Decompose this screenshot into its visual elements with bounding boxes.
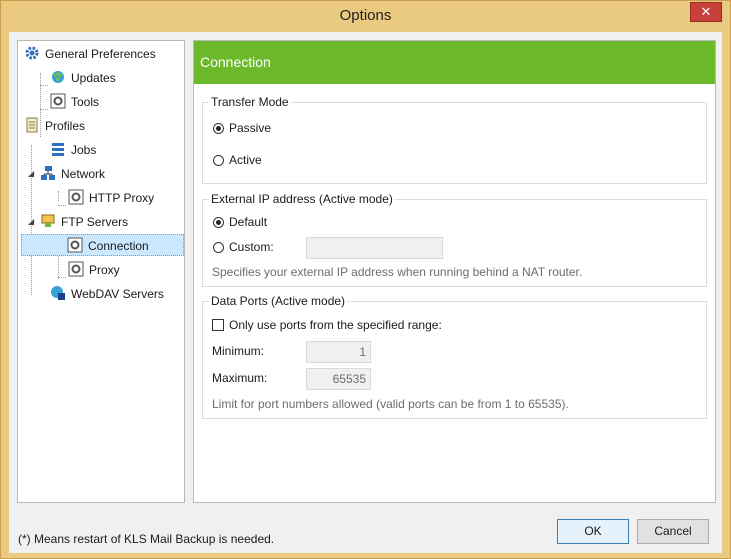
tree-item-label: Connection <box>88 239 149 253</box>
data-ports-group: Data Ports (Active mode) Only use ports … <box>202 294 707 419</box>
tree-item-updates[interactable]: Updates <box>50 67 116 89</box>
tree-item-label: Tools <box>71 95 100 109</box>
tree-item-label: Updates <box>71 71 116 85</box>
restart-note: (*) Means restart of KLS Mail Backup is … <box>18 532 275 546</box>
tree-item-http-proxy[interactable]: HTTP Proxy <box>68 187 154 209</box>
proxy-icon <box>68 189 84 205</box>
webdav-icon <box>50 285 66 301</box>
options-tree[interactable]: General Preferences Updates Tools Profil… <box>17 40 185 503</box>
data-ports-hint: Limit for port numbers allowed (valid po… <box>212 397 569 411</box>
tree-item-jobs[interactable]: Jobs <box>50 139 96 161</box>
minimum-port-input[interactable]: 1 <box>306 341 371 363</box>
window-title: Options <box>339 7 392 24</box>
passive-label[interactable]: Passive <box>229 121 271 135</box>
tree-item-label: Proxy <box>89 263 120 277</box>
tree-item-label: General Preferences <box>45 47 156 61</box>
maximum-label: Maximum: <box>212 371 268 385</box>
profiles-icon <box>24 117 40 133</box>
tree-item-network[interactable]: Network <box>40 163 105 185</box>
passive-radio[interactable] <box>213 123 224 134</box>
proxy-icon <box>68 261 84 277</box>
group-legend: Transfer Mode <box>209 95 291 109</box>
default-ip-radio[interactable] <box>213 217 224 228</box>
tree-item-general-preferences[interactable]: General Preferences <box>24 43 156 65</box>
close-button[interactable]: ✕ <box>690 2 722 22</box>
default-ip-label[interactable]: Default <box>229 215 267 229</box>
transfer-mode-group: Transfer Mode Passive Active <box>202 95 707 184</box>
globe-refresh-icon <box>50 69 66 85</box>
connection-icon <box>67 237 83 253</box>
collapse-network-icon[interactable]: ◢ <box>28 169 38 179</box>
connection-settings-panel: Connection Transfer Mode Passive Active … <box>193 40 716 503</box>
ok-button[interactable]: OK <box>557 519 629 544</box>
title-bar: Options ✕ <box>1 1 730 31</box>
external-ip-hint: Specifies your external IP address when … <box>212 265 583 279</box>
active-label[interactable]: Active <box>229 153 262 167</box>
minimum-label: Minimum: <box>212 344 265 358</box>
tree-item-label: Jobs <box>71 143 97 157</box>
group-legend: External IP address (Active mode) <box>209 192 395 206</box>
external-ip-group: External IP address (Active mode) Defaul… <box>202 192 707 287</box>
tree-item-label: WebDAV Servers <box>71 287 164 301</box>
active-radio[interactable] <box>213 155 224 166</box>
custom-ip-radio[interactable] <box>213 242 224 253</box>
gear-icon <box>24 45 40 61</box>
jobs-icon <box>50 141 66 157</box>
tree-item-label: Profiles <box>45 119 86 133</box>
group-legend: Data Ports (Active mode) <box>209 294 348 308</box>
options-window: Options ✕ General Preferences Updates To… <box>0 0 731 559</box>
tree-item-label: Network <box>61 167 106 181</box>
panel-title: Connection <box>194 41 715 84</box>
tree-item-ftp-servers[interactable]: FTP Servers <box>40 211 128 233</box>
collapse-ftp-servers-icon[interactable]: ◢ <box>28 217 38 227</box>
port-range-label[interactable]: Only use ports from the specified range: <box>229 318 442 332</box>
dialog-client-area: General Preferences Updates Tools Profil… <box>9 32 722 553</box>
tree-item-label: HTTP Proxy <box>89 191 155 205</box>
maximum-port-input[interactable]: 65535 <box>306 368 371 390</box>
tree-item-webdav-servers[interactable]: WebDAV Servers <box>50 283 164 305</box>
port-range-checkbox[interactable] <box>212 319 224 331</box>
tools-icon <box>50 93 66 109</box>
cancel-button[interactable]: Cancel <box>637 519 709 544</box>
tree-item-tools[interactable]: Tools <box>50 91 99 113</box>
network-icon <box>40 165 56 181</box>
tree-item-proxy[interactable]: Proxy <box>68 259 120 281</box>
tree-item-label: FTP Servers <box>61 215 129 229</box>
tree-item-profiles[interactable]: Profiles <box>24 115 85 137</box>
ftp-servers-icon <box>40 213 56 229</box>
custom-ip-label[interactable]: Custom: <box>229 240 274 254</box>
custom-ip-input[interactable] <box>306 237 443 259</box>
tree-item-connection[interactable]: Connection <box>21 234 184 256</box>
